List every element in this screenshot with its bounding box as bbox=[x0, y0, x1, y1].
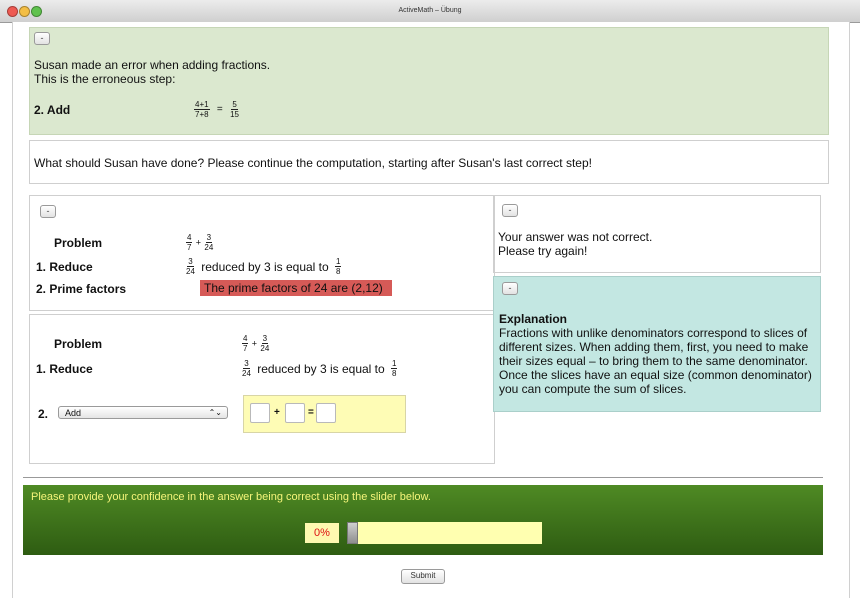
submit-button[interactable]: Submit bbox=[401, 569, 445, 584]
erroneous-equation: 4+1 7+8 = 5 15 bbox=[194, 100, 240, 119]
result-input[interactable] bbox=[316, 403, 336, 423]
fraction: 18 bbox=[335, 257, 342, 276]
step-label: 2. Add bbox=[34, 103, 71, 117]
slider-handle[interactable] bbox=[347, 522, 358, 544]
explanation-title: Explanation bbox=[499, 312, 568, 326]
problem-expression: 47 + 3 24 bbox=[186, 233, 214, 252]
select-arrows-icon: ⌃⌄ bbox=[208, 408, 222, 417]
fraction: 5 15 bbox=[230, 100, 240, 119]
explanation-line: you can compute the sum of slices. bbox=[499, 382, 687, 396]
divider bbox=[23, 477, 823, 478]
fraction: 47 bbox=[186, 233, 193, 252]
feedback-panel: - Your answer was not correct. Please tr… bbox=[493, 195, 821, 273]
feedback-text: Your answer was not correct. bbox=[498, 230, 653, 244]
incorrect-answer-highlight: The prime factors of 24 are (2,12) bbox=[200, 280, 392, 296]
problem-label: Problem bbox=[54, 236, 103, 250]
addend-1-input[interactable] bbox=[250, 403, 270, 423]
close-window-icon[interactable] bbox=[7, 6, 18, 17]
fraction: 18 bbox=[391, 359, 398, 378]
equation-input-area: + = bbox=[243, 395, 406, 433]
confidence-panel: Please provide your confidence in the an… bbox=[23, 485, 823, 555]
fraction: 3 24 bbox=[260, 334, 270, 353]
step-label: 1. Reduce bbox=[36, 362, 93, 376]
explanation-panel: - Explanation Fractions with unlike deno… bbox=[493, 276, 821, 412]
fraction: 47 bbox=[242, 334, 249, 353]
app-window: ActiveMath – Übung - Susan made an error… bbox=[0, 0, 860, 598]
title-bar: ActiveMath – Übung bbox=[0, 0, 860, 23]
step-type-select[interactable]: Add ⌃⌄ bbox=[58, 406, 228, 419]
current-attempt-panel: Problem 47 + 3 24 1. Reduce 3 24 reduced b… bbox=[29, 314, 495, 464]
step-label: 2. Prime factors bbox=[36, 282, 127, 296]
confidence-value: 0% bbox=[305, 523, 339, 543]
previous-attempt-panel: - Problem 47 + 3 24 1. Reduce 3 24 reduced… bbox=[29, 195, 495, 311]
reduce-step: 3 24 reduced by 3 is equal to 18 bbox=[242, 359, 398, 378]
confidence-slider[interactable] bbox=[347, 522, 542, 544]
collapse-button[interactable]: - bbox=[34, 32, 50, 45]
fraction: 3 24 bbox=[242, 359, 251, 378]
erroneous-step-panel: - Susan made an error when adding fracti… bbox=[29, 27, 829, 135]
reduce-step: 3 24 reduced by 3 is equal to 18 bbox=[186, 257, 342, 276]
collapse-button[interactable]: - bbox=[502, 282, 518, 295]
fraction: 3 24 bbox=[186, 257, 195, 276]
window-title: ActiveMath – Übung bbox=[398, 7, 462, 14]
step-label: 2. bbox=[38, 407, 49, 421]
collapse-button[interactable]: - bbox=[502, 204, 518, 217]
maximize-window-icon[interactable] bbox=[31, 6, 42, 17]
error-intro-text: Susan made an error when adding fraction… bbox=[34, 58, 271, 72]
explanation-line: different sizes. When adding them, first… bbox=[499, 340, 809, 354]
problem-label: Problem bbox=[54, 337, 103, 351]
step-label: 1. Reduce bbox=[36, 260, 93, 274]
exercise-content: - Susan made an error when adding fracti… bbox=[12, 22, 850, 598]
minimize-window-icon[interactable] bbox=[19, 6, 30, 17]
fraction: 4+1 7+8 bbox=[194, 100, 210, 119]
addend-2-input[interactable] bbox=[285, 403, 305, 423]
question-text: What should Susan have done? Please cont… bbox=[34, 156, 592, 170]
fraction: 3 24 bbox=[204, 233, 214, 252]
problem-expression: 47 + 3 24 bbox=[242, 334, 270, 353]
explanation-line: their sizes equal – to bring them to the… bbox=[499, 354, 808, 368]
collapse-button[interactable]: - bbox=[40, 205, 56, 218]
error-intro-subtext: This is the erroneous step: bbox=[34, 72, 176, 86]
explanation-line: Once the slices have an equal size (comm… bbox=[499, 368, 812, 382]
confidence-prompt: Please provide your confidence in the an… bbox=[31, 491, 431, 503]
explanation-line: Fractions with unlike denominators corre… bbox=[499, 326, 808, 340]
feedback-subtext: Please try again! bbox=[498, 244, 588, 258]
question-panel: What should Susan have done? Please cont… bbox=[29, 140, 829, 184]
